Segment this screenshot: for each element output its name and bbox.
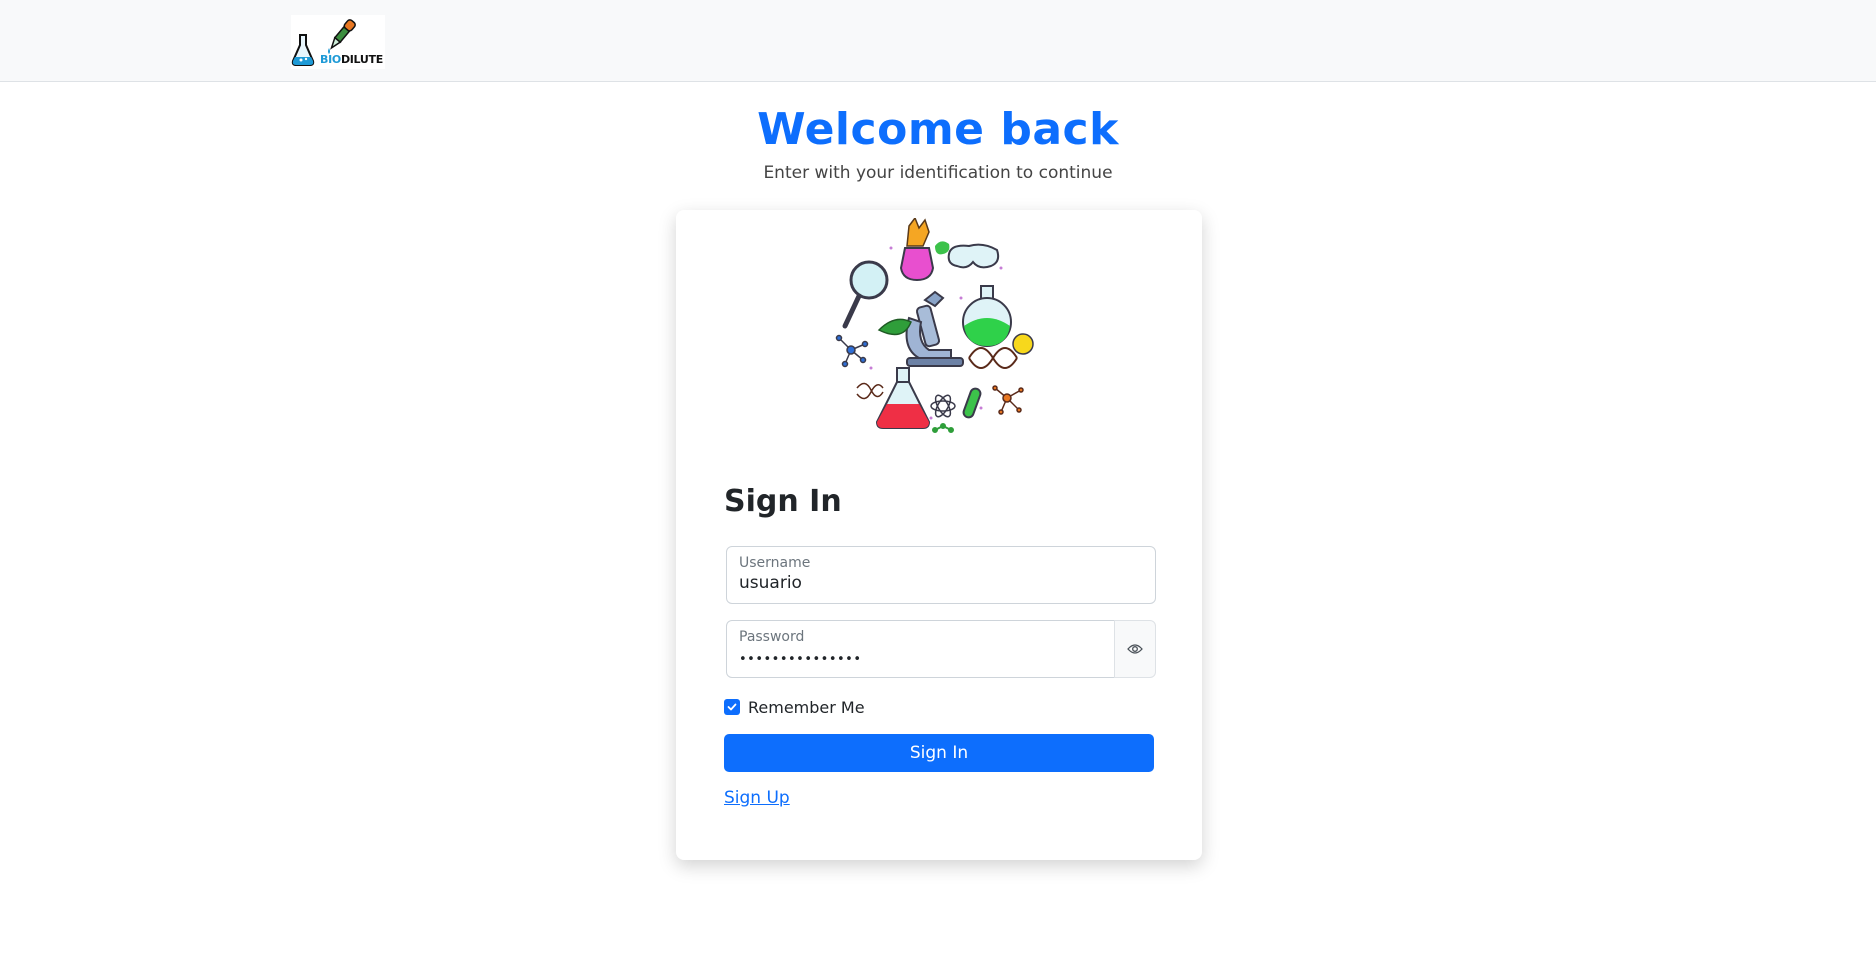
brand-logo[interactable]: BIODILUTE <box>291 15 385 69</box>
science-lab-illustration <box>835 218 1034 433</box>
username-label: Username <box>739 555 811 571</box>
page-subtitle: Enter with your identification to contin… <box>763 163 1113 183</box>
eye-icon <box>1127 644 1143 654</box>
username-field[interactable]: Username <box>726 546 1156 604</box>
sign-in-heading: Sign In <box>724 484 842 519</box>
password-field[interactable]: Password ••••••••••••••• <box>726 620 1115 678</box>
sign-in-button[interactable]: Sign In <box>724 734 1154 772</box>
navbar: BIODILUTE <box>0 0 1876 82</box>
sign-up-link[interactable]: Sign Up <box>724 788 790 808</box>
brand-name-dilute: DILUTE <box>340 53 383 66</box>
check-icon <box>727 703 737 711</box>
brand-name-bio: BIO <box>320 53 341 66</box>
remember-me-checkbox[interactable] <box>724 699 740 715</box>
password-label: Password <box>739 629 805 645</box>
brand-name: BIODILUTE <box>320 53 383 66</box>
toggle-password-button[interactable] <box>1114 620 1156 678</box>
page-title: Welcome back <box>757 104 1119 155</box>
remember-me[interactable]: Remember Me <box>724 696 865 718</box>
username-input[interactable] <box>739 573 1099 593</box>
password-input[interactable]: ••••••••••••••• <box>739 652 1099 667</box>
remember-me-label: Remember Me <box>748 697 865 717</box>
login-card: Sign In Username Password ••••••••••••••… <box>676 210 1202 860</box>
